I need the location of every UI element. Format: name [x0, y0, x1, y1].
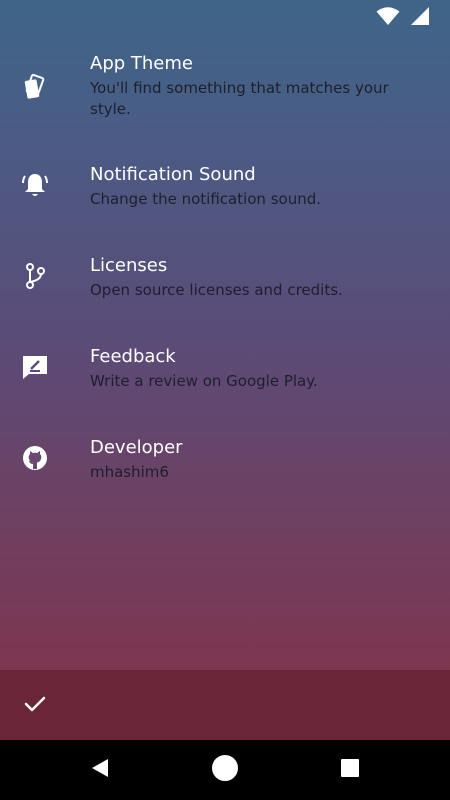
feedback-pencil-icon: [20, 352, 50, 382]
app-screen: App Theme You'll find something that mat…: [0, 0, 450, 740]
back-icon: [89, 757, 111, 783]
setting-item-notification-sound[interactable]: Notification Sound Change the notificati…: [0, 145, 450, 236]
setting-subtitle: You'll find something that matches your …: [90, 79, 389, 118]
setting-title: Feedback: [90, 346, 176, 367]
done-button[interactable]: [14, 685, 56, 727]
palette-cards-icon: [20, 72, 50, 102]
setting-item-licenses[interactable]: Licenses Open source licenses and credit…: [0, 236, 450, 327]
fork-icon: [20, 261, 50, 291]
setting-item-feedback[interactable]: Feedback Write a review on Google Play.: [0, 327, 450, 418]
status-icons: [376, 6, 430, 30]
cellular-signal-icon: [410, 6, 430, 30]
setting-title: App Theme: [90, 53, 193, 74]
home-button[interactable]: [210, 755, 240, 785]
setting-item-app-theme[interactable]: App Theme You'll find something that mat…: [0, 34, 450, 145]
setting-item-developer[interactable]: Developer mhashim6: [0, 418, 450, 509]
settings-list: App Theme You'll find something that mat…: [0, 34, 450, 509]
github-icon: [20, 443, 50, 473]
bell-icon: [20, 170, 50, 200]
setting-subtitle: mhashim6: [90, 463, 169, 481]
wifi-icon: [376, 6, 400, 30]
recents-button[interactable]: [335, 755, 365, 785]
back-button[interactable]: [85, 755, 115, 785]
setting-text: Notification Sound Change the notificati…: [90, 163, 430, 210]
setting-text: Developer mhashim6: [90, 436, 430, 483]
status-bar: [0, 0, 450, 34]
setting-text: App Theme You'll find something that mat…: [90, 52, 430, 120]
setting-subtitle: Open source licenses and credits.: [90, 281, 343, 299]
recents-icon: [339, 757, 361, 783]
bottom-action-bar: [0, 670, 450, 740]
setting-subtitle: Change the notification sound.: [90, 190, 321, 208]
check-icon: [23, 692, 47, 720]
system-navigation-bar: [0, 740, 450, 800]
setting-title: Developer: [90, 437, 183, 458]
home-icon: [211, 754, 239, 786]
setting-text: Licenses Open source licenses and credit…: [90, 254, 430, 301]
setting-title: Licenses: [90, 255, 168, 276]
setting-title: Notification Sound: [90, 164, 256, 185]
setting-text: Feedback Write a review on Google Play.: [90, 345, 430, 392]
setting-subtitle: Write a review on Google Play.: [90, 372, 318, 390]
